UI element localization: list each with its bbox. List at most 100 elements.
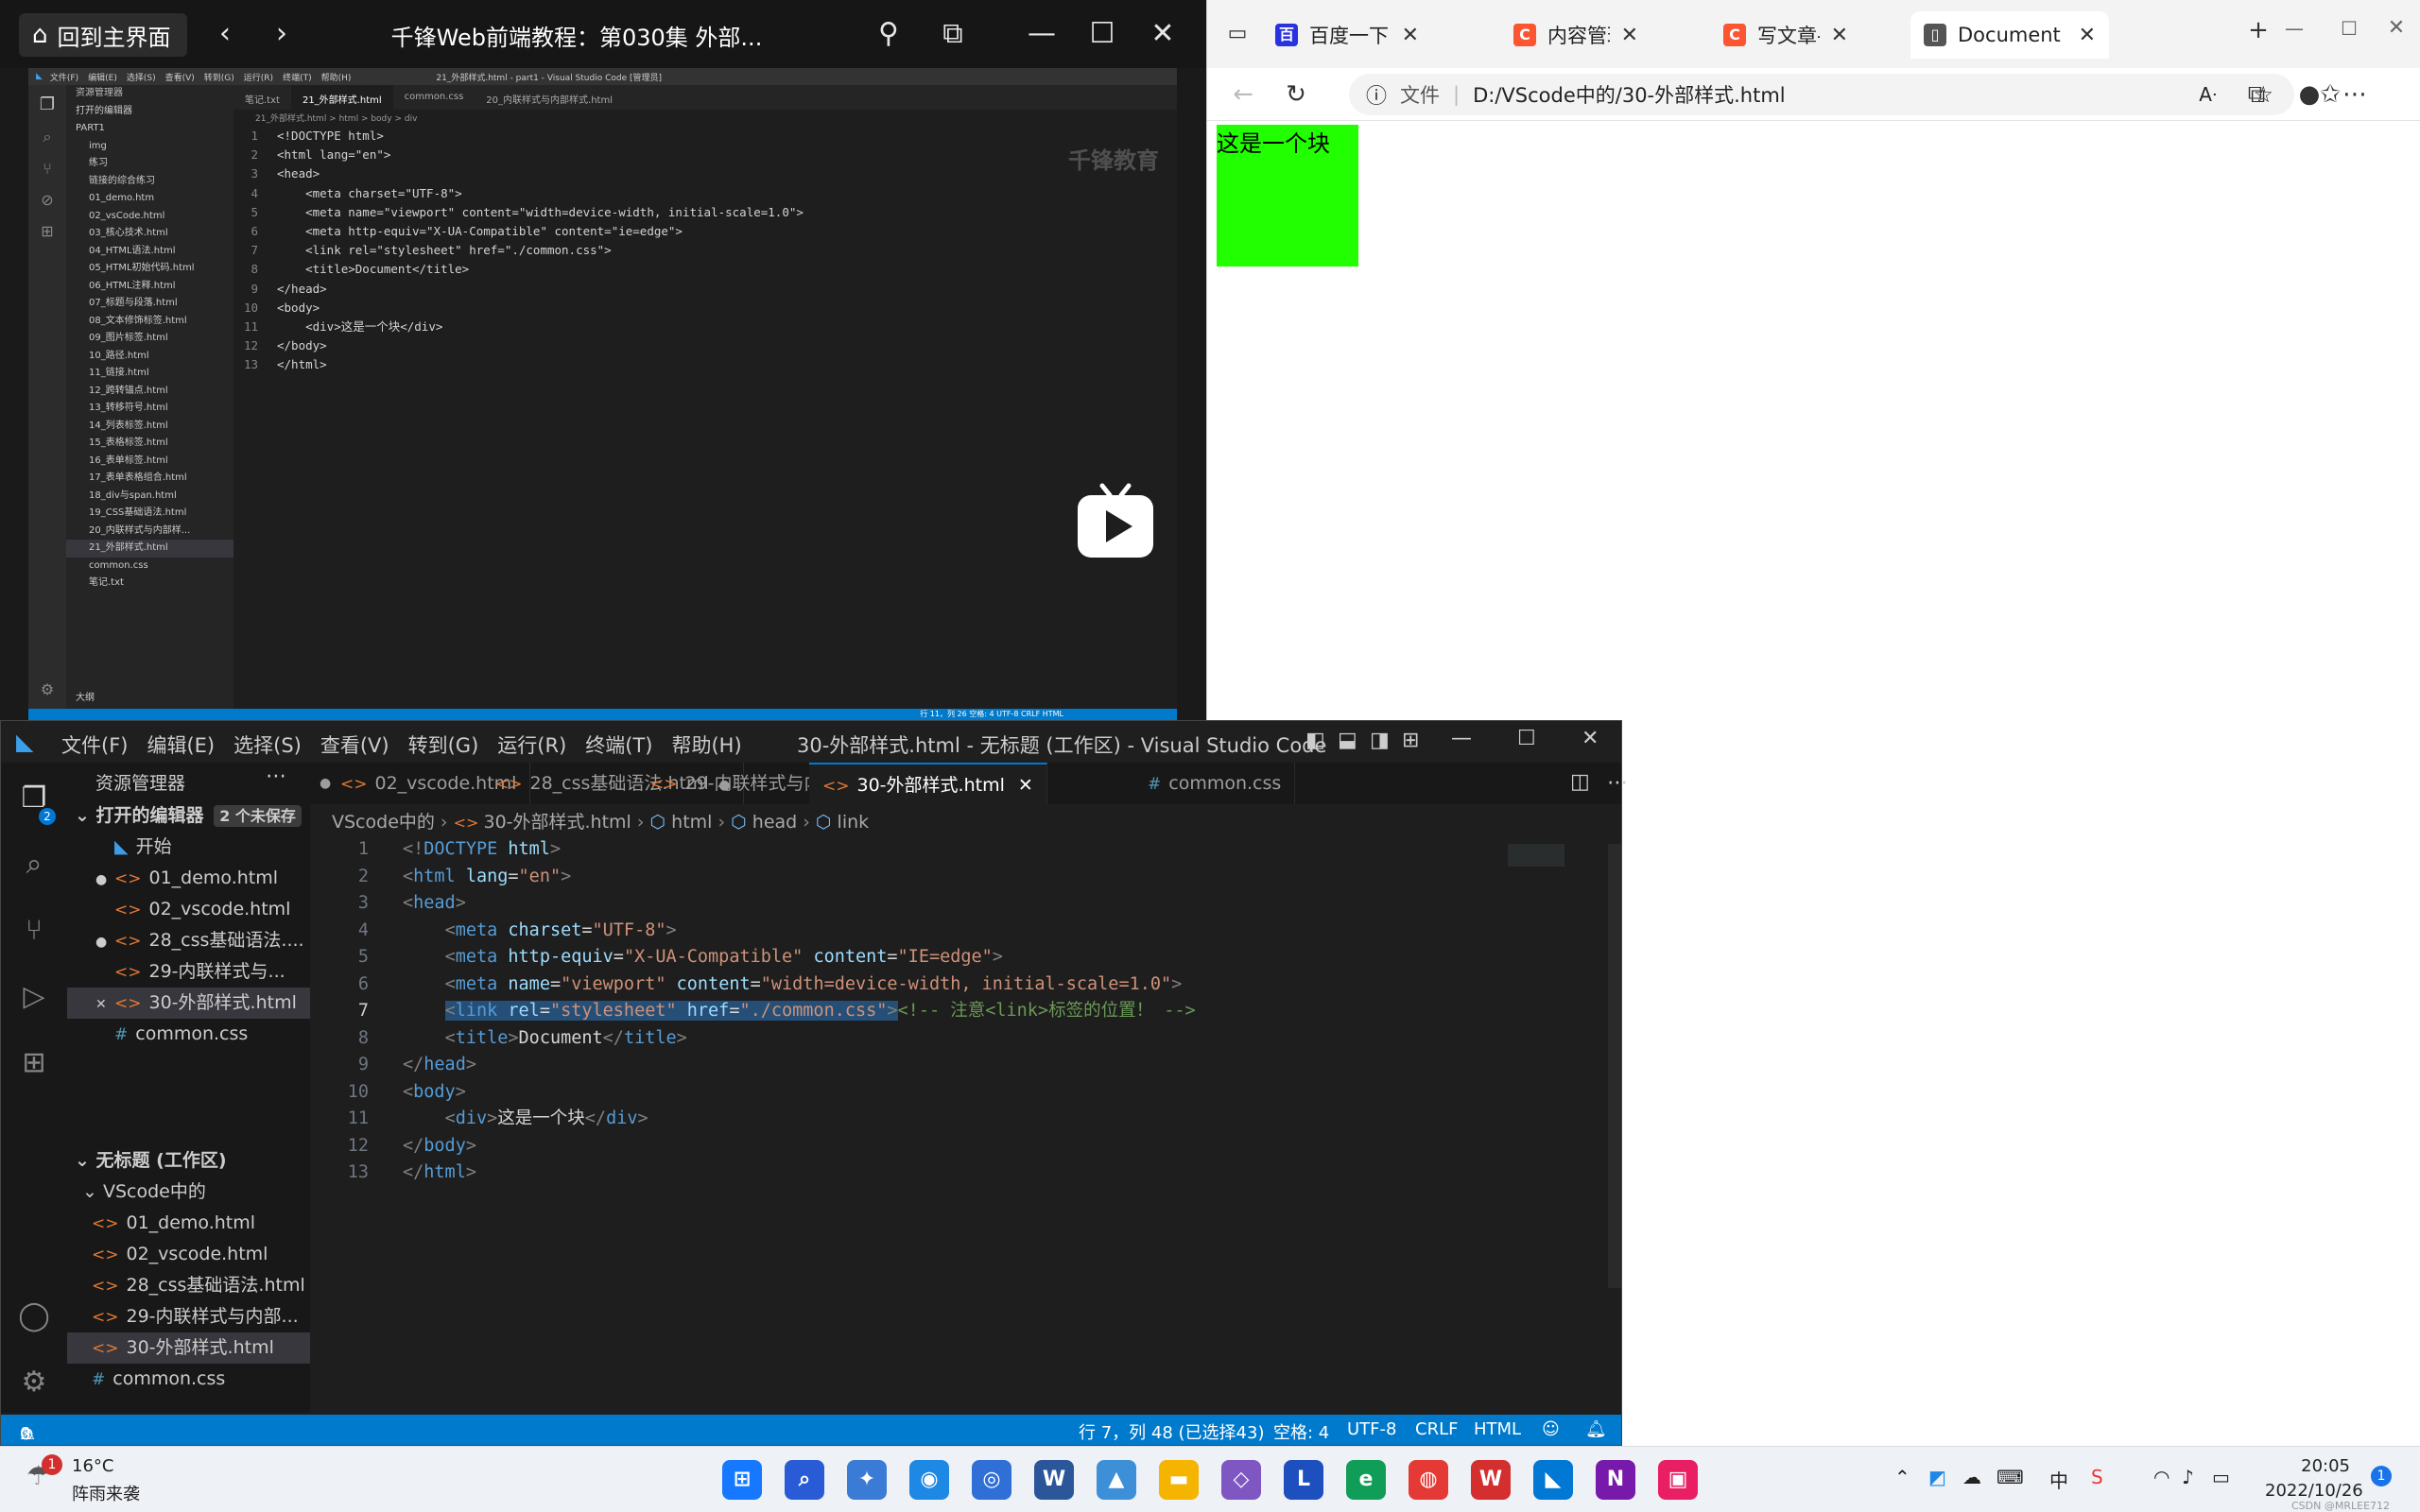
pin-icon[interactable]: ⚲ [872,17,906,51]
run-debug-icon[interactable]: ▷ [15,978,53,1016]
read-aloud-icon[interactable]: Aᐧ [2199,83,2217,106]
cursor-position[interactable]: 行 7，列 48 (已选择43) [1079,1419,1264,1444]
refresh-icon[interactable]: ↻ [1279,77,1313,112]
profile-avatar-icon[interactable]: ● [2292,77,2326,112]
folder-file-item[interactable]: <> 29-内联样式与内部... [67,1301,310,1332]
feishu-icon[interactable]: ✦ [847,1460,887,1500]
end-of-line[interactable]: CRLF [1415,1419,1458,1439]
notification-badge[interactable]: 1 [2371,1466,2392,1486]
photos-icon[interactable]: ▲ [1097,1460,1136,1500]
toggle-secondary-sidebar-icon[interactable]: ◨ [1370,729,1390,752]
video-frame[interactable]: ◣ 文件(F) 编辑(E) 选择(S) 查看(V) 转到(G) 运行(R) 终端(T) 帮助(… [28,68,1177,720]
wps-icon[interactable]: W [1471,1460,1511,1500]
browser-tab[interactable]: 百百度一下，你就 ✕ [1262,11,1432,59]
collections-icon[interactable]: ⧉ [2239,77,2273,112]
split-editor-icon[interactable]: ◫ [1570,770,1590,794]
open-editor-item[interactable]: <> 02_vscode.html [67,894,310,925]
close-icon[interactable]: ✕ [1146,17,1180,51]
source-control-icon[interactable]: ⑂ [15,912,53,950]
menu-item[interactable]: 查看(V) [320,730,389,759]
explorer-more-icon[interactable]: ⋯ [266,765,286,788]
maximize-icon[interactable]: ☐ [1085,17,1119,51]
keyboard-icon[interactable]: ⌨ [1996,1466,2024,1488]
menu-item[interactable]: 选择(S) [233,730,302,759]
address-bar[interactable]: ⓘ 文件 | D:/VScode中的/30-外部样式.html Aᐧ ☆ [1349,74,2294,115]
code-editor[interactable]: 1 <!DOCTYPE html> 2 <html lang="en"> 3 <hea… [310,836,1605,1403]
toggle-sidebar-icon[interactable]: ◧ [1305,729,1325,752]
breadcrumb-item[interactable]: html [671,812,712,833]
more-actions-icon[interactable]: ⋯ [1607,763,1628,804]
wifi-icon[interactable]: ◠ [2153,1466,2169,1488]
editor-tab[interactable]: # common.css [1134,763,1296,804]
forward-icon[interactable]: › [265,17,299,51]
open-editor-item[interactable]: ● <> 01_demo.html [67,863,310,894]
tab-close-icon[interactable]: ✕ [2079,24,2096,47]
browser-close-icon[interactable]: ✕ [2379,11,2413,45]
toggle-panel-icon[interactable]: ⬓ [1338,729,1357,752]
home-button[interactable]: ⌂ 回到主界面 [19,13,187,57]
edge-icon[interactable]: e [1346,1460,1386,1500]
folder-vscode[interactable]: ⌄ VScode中的 [67,1177,310,1208]
menu-item[interactable]: 终端(T) [585,730,652,759]
breadcrumb-item[interactable]: VScode中的 [332,812,435,833]
open-editor-item[interactable]: ✕ <> 30-外部样式.html [67,988,310,1019]
workspace-header[interactable]: ⌄ 无标题 (工作区) [67,1145,310,1177]
search-taskbar-icon[interactable]: ⌕ [785,1460,824,1500]
vscode-maximize-icon[interactable]: ☐ [1517,727,1536,750]
folder-file-item[interactable]: <> 30-外部样式.html [67,1332,310,1364]
bilibili-icon[interactable]: ▣ [1658,1460,1698,1500]
vscode-minimize-icon[interactable]: — [1451,727,1472,750]
open-editor-item[interactable]: ● <> 28_css基础语法.... [67,925,310,956]
tray-app-icon[interactable]: ◩ [1928,1466,1946,1488]
lark-icon[interactable]: L [1284,1460,1323,1500]
search-icon[interactable]: ⌕ [15,846,53,884]
minimap[interactable] [1508,844,1564,867]
browser-tab[interactable]: C 写文章-CSDN博 ✕ [1710,11,1861,59]
tab-close-icon[interactable]: ✕ [1402,24,1419,47]
menu-item[interactable]: 文件(F) [61,730,128,759]
start-icon[interactable]: ⊞ [722,1460,762,1500]
customize-layout-icon[interactable]: ⊞ [1402,729,1419,752]
vscode-close-icon[interactable]: ✕ [1582,727,1599,750]
tab-close-icon[interactable]: ✕ [1831,24,1848,47]
breadcrumb-item[interactable]: 30-外部样式.html [483,812,631,833]
lens-icon[interactable]: ◎ [972,1460,1011,1500]
breadcrumb-item[interactable]: link [838,812,870,833]
open-editor-item[interactable]: # common.css [67,1019,310,1050]
extensions-icon[interactable]: ⊞ [15,1044,53,1082]
editor-scrollbar[interactable] [1608,844,1621,1288]
back-icon[interactable]: ‹ [208,17,242,51]
qq-icon[interactable]: ◉ [909,1460,949,1500]
onenote-icon[interactable]: N [1596,1460,1635,1500]
csdn-tray-icon[interactable]: S [2091,1466,2103,1488]
folder-file-item[interactable]: <> 28_css基础语法.html [67,1270,310,1301]
word-icon[interactable]: W [1034,1460,1074,1500]
browser-minimize-icon[interactable]: — [2277,11,2311,45]
chrome-icon[interactable]: ◍ [1409,1460,1448,1500]
feedback-icon[interactable]: ☺ [1542,1419,1560,1439]
menu-item[interactable]: 运行(R) [497,730,566,759]
language-mode[interactable]: HTML [1474,1419,1521,1439]
onedrive-icon[interactable]: ☁ [1962,1466,1981,1488]
pip-icon[interactable]: ⧉ [936,17,970,51]
tab-close-icon[interactable]: ✕ [1012,775,1033,796]
manage-gear-icon[interactable]: ⚙ [15,1364,53,1401]
tray-overflow-icon[interactable]: ⌃ [1894,1466,1910,1488]
minimize-icon[interactable]: — [1025,17,1059,51]
breadcrumb-item[interactable]: head [752,812,797,833]
volume-icon[interactable]: ♪ [2182,1466,2194,1488]
encoding[interactable]: UTF-8 [1347,1419,1396,1439]
open-editor-item[interactable]: <> 29-内联样式与... [67,956,310,988]
folder-file-item[interactable]: <> 01_demo.html [67,1208,310,1239]
battery-icon[interactable]: ▭ [2212,1466,2230,1488]
menu-item[interactable]: 转到(G) [408,730,479,759]
play-icon[interactable] [1076,482,1155,561]
editor-tab[interactable]: <> 30-外部样式.html ✕ [809,763,1047,804]
folder-file-item[interactable]: # common.css [67,1364,310,1395]
ime-indicator[interactable]: 中 [2049,1466,2068,1493]
browser-maximize-icon[interactable]: ☐ [2332,11,2366,45]
browser-back-icon[interactable]: ← [1226,77,1260,112]
notifications-bell-icon[interactable]: 🔔︎ [1585,1419,1607,1439]
close-icon[interactable]: ✕ [95,989,114,1019]
indentation[interactable]: 空格: 4 [1273,1419,1329,1444]
